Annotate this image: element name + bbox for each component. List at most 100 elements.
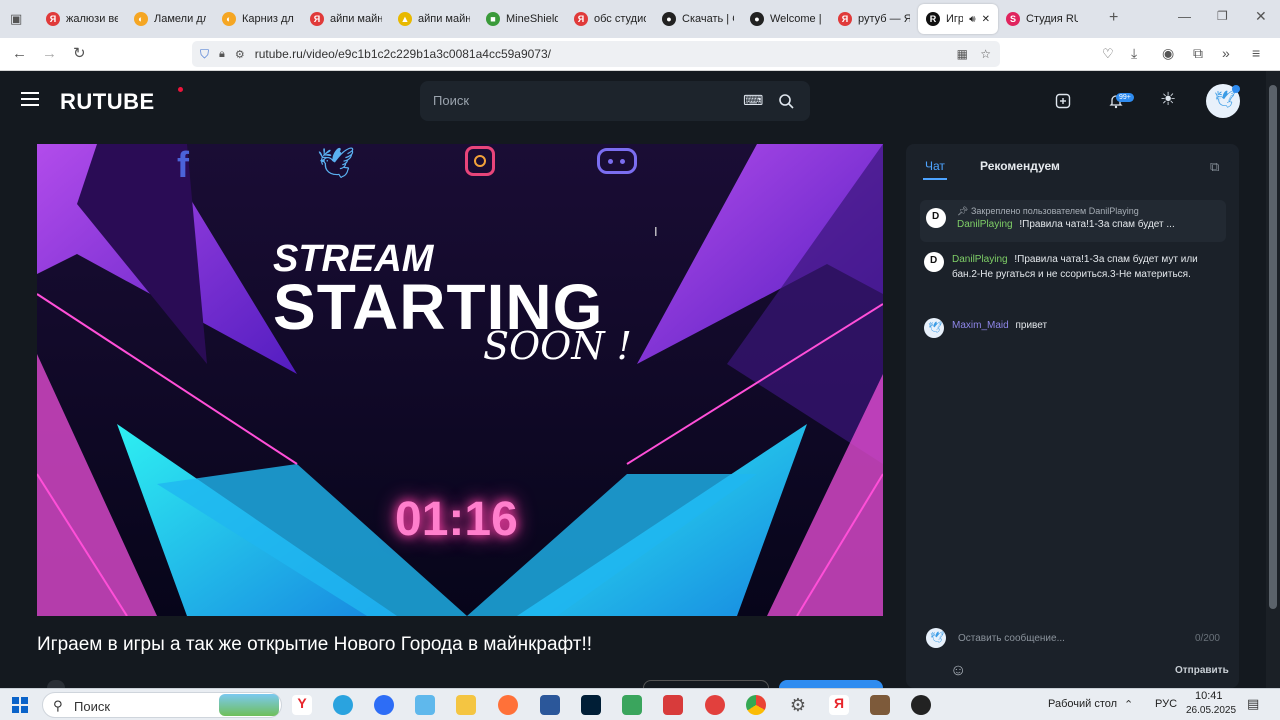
video-player[interactable]: f 🕊︎ STREAM STARTING SOON ! 01:16 <box>37 144 883 616</box>
tab-label: рутуб — Ян <box>858 13 910 25</box>
desktop-label[interactable]: Рабочий стол <box>1048 698 1117 710</box>
yandex-browser-icon[interactable]: Y <box>292 695 312 715</box>
zoom-icon[interactable] <box>374 695 394 715</box>
menu-icon[interactable]: ≡ <box>1252 45 1260 61</box>
minecraft-icon[interactable] <box>870 695 890 715</box>
upload-video-icon[interactable] <box>1055 93 1071 109</box>
send-button[interactable]: Отправить <box>1175 665 1229 676</box>
pinned-label: Закреплено пользователем DanilPlaying <box>970 206 1139 216</box>
hamburger-icon[interactable] <box>21 92 39 106</box>
tab-favicon-icon: ● <box>662 12 676 26</box>
search-input[interactable]: Поиск ⌨ <box>420 81 810 121</box>
windows-start-icon[interactable] <box>12 697 28 713</box>
browser-tab[interactable]: Яжалюзи вер <box>38 4 126 34</box>
minimize-icon[interactable]: — <box>1178 9 1191 24</box>
pocket-icon[interactable]: ♡ <box>1102 46 1114 62</box>
obs-icon[interactable] <box>911 695 931 715</box>
browser-tab[interactable]: ▲ айпи майнк <box>390 4 478 34</box>
close-window-icon[interactable]: ✕ <box>1255 8 1267 25</box>
tab-favicon-icon: Я <box>574 12 588 26</box>
telegram-icon[interactable] <box>333 695 353 715</box>
excel-icon[interactable] <box>622 695 642 715</box>
search-placeholder: Поиск <box>433 93 470 108</box>
status-dot <box>1232 85 1240 93</box>
instagram-icon <box>465 146 495 176</box>
browser-tab[interactable]: ◐ Ламели для <box>126 4 214 34</box>
user-avatar[interactable]: 🕊︎ <box>1206 84 1240 118</box>
translate-icon[interactable]: ▦ <box>957 47 968 61</box>
tab-favicon-icon: Я <box>310 12 324 26</box>
speaker-icon[interactable]: 🔊︎ <box>969 14 975 25</box>
chevron-up-icon[interactable]: ⌃ <box>1124 698 1133 711</box>
tab-recommend[interactable]: Рекомендуем <box>980 159 1060 173</box>
page-scrollbar[interactable] <box>1266 71 1280 688</box>
language-indicator[interactable]: РУС <box>1155 698 1177 710</box>
taskbar-search[interactable]: ⚲ Поиск <box>42 692 282 718</box>
message-username[interactable]: Maxim_Maid <box>952 320 1009 331</box>
settings-gear-icon[interactable]: ⚙ <box>788 695 808 715</box>
browser-tab[interactable]: ■ MineShield <box>478 4 566 34</box>
browser-tab[interactable]: Яайпи майнк <box>302 4 390 34</box>
secondary-action-button[interactable] <box>643 680 769 688</box>
message-body: DanilPlaying !Правила чата!1-За спам буд… <box>952 252 1214 282</box>
search-icon[interactable] <box>778 93 794 109</box>
new-tab-icon[interactable]: + <box>1109 9 1118 27</box>
presentation-icon[interactable] <box>663 695 683 715</box>
extensions-icon[interactable]: ⧉ <box>1193 45 1203 62</box>
chrome-icon[interactable] <box>746 695 766 715</box>
channel-avatar[interactable] <box>47 680 65 688</box>
close-tab-icon[interactable]: ✕ <box>982 14 990 25</box>
scrollbar-thumb[interactable] <box>1269 85 1277 609</box>
clock-time[interactable]: 10:41 <box>1195 690 1223 702</box>
reload-icon[interactable]: ↻ <box>73 44 86 62</box>
address-bar[interactable]: ⛉ 🔒︎ ⚙︎ rutube.ru/video/e9c1b1c2c229b1a3… <box>192 41 1000 67</box>
subscribe-button[interactable] <box>779 680 883 688</box>
tab-label: айпи майнк <box>418 13 470 25</box>
word-icon[interactable] <box>540 695 560 715</box>
firefox-icon[interactable] <box>498 695 518 715</box>
account-icon[interactable]: ◉ <box>1162 45 1174 62</box>
file-explorer-icon[interactable] <box>456 695 476 715</box>
theme-sun-icon[interactable]: ☀ <box>1160 89 1176 110</box>
message-text: привет <box>1015 320 1048 331</box>
taskbar: ⚲ Поиск Y ⚙ Я Рабочий стол ⌃ РУС 10:41 2… <box>0 688 1280 720</box>
browser-tab[interactable]: Яобс студио <box>566 4 654 34</box>
restore-icon[interactable]: ❐ <box>1217 9 1228 23</box>
tab-label: обс студио <box>594 13 646 25</box>
text-cursor-icon: I <box>654 224 658 239</box>
overflow-icon[interactable]: » <box>1222 45 1230 61</box>
message-username[interactable]: DanilPlaying <box>952 254 1008 265</box>
popout-icon[interactable]: ⧉ <box>1210 159 1219 175</box>
clock-date[interactable]: 26.05.2025 <box>1186 705 1236 716</box>
tab-chat[interactable]: Чат <box>925 159 945 173</box>
chat-input-placeholder: Оставить сообщение... <box>958 633 1065 644</box>
tab-list-icon[interactable]: ▣ <box>10 11 22 27</box>
notification-badge: 99+ <box>1116 93 1134 102</box>
bookmark-star-icon[interactable]: ☆ <box>980 47 991 61</box>
tab-chat-underline <box>923 178 947 180</box>
forward-icon[interactable]: → <box>42 45 57 62</box>
browser-tab[interactable]: ◐ Карниз для <box>214 4 302 34</box>
avatar: D <box>926 208 946 228</box>
keyboard-icon[interactable]: ⌨ <box>743 92 763 109</box>
notification-center-icon[interactable]: ▤ <box>1247 696 1259 712</box>
photoshop-icon[interactable] <box>581 695 601 715</box>
browser-tab[interactable]: ● Скачать | O <box>654 4 742 34</box>
browser-tab[interactable]: Ярутуб — Ян <box>830 4 918 34</box>
photos-icon[interactable] <box>415 695 435 715</box>
pinned-username[interactable]: DanilPlaying <box>957 219 1013 230</box>
chat-message-input[interactable]: Оставить сообщение... 0/200 <box>954 630 1220 648</box>
browser-tab[interactable]: R Игр 🔊︎ ✕ <box>918 4 998 34</box>
app-icon[interactable] <box>705 695 725 715</box>
yandex-icon[interactable]: Я <box>829 695 849 715</box>
browser-tab[interactable]: S Студия RUT <box>998 4 1086 34</box>
pinned-message[interactable]: D 📌︎ Закреплено пользователем DanilPlayi… <box>920 200 1226 242</box>
back-icon[interactable]: ← <box>12 45 27 62</box>
downloads-icon[interactable]: ⤓ <box>1131 45 1137 62</box>
tab-label: айпи майнк <box>330 13 382 25</box>
emoji-icon[interactable]: ☺ <box>950 662 966 680</box>
tab-label: Карниз для <box>242 13 294 25</box>
browser-tab[interactable]: ● Welcome | O <box>742 4 830 34</box>
tab-label: Игр <box>946 13 964 25</box>
rutube-logo[interactable]: RUTUBE <box>60 89 155 115</box>
